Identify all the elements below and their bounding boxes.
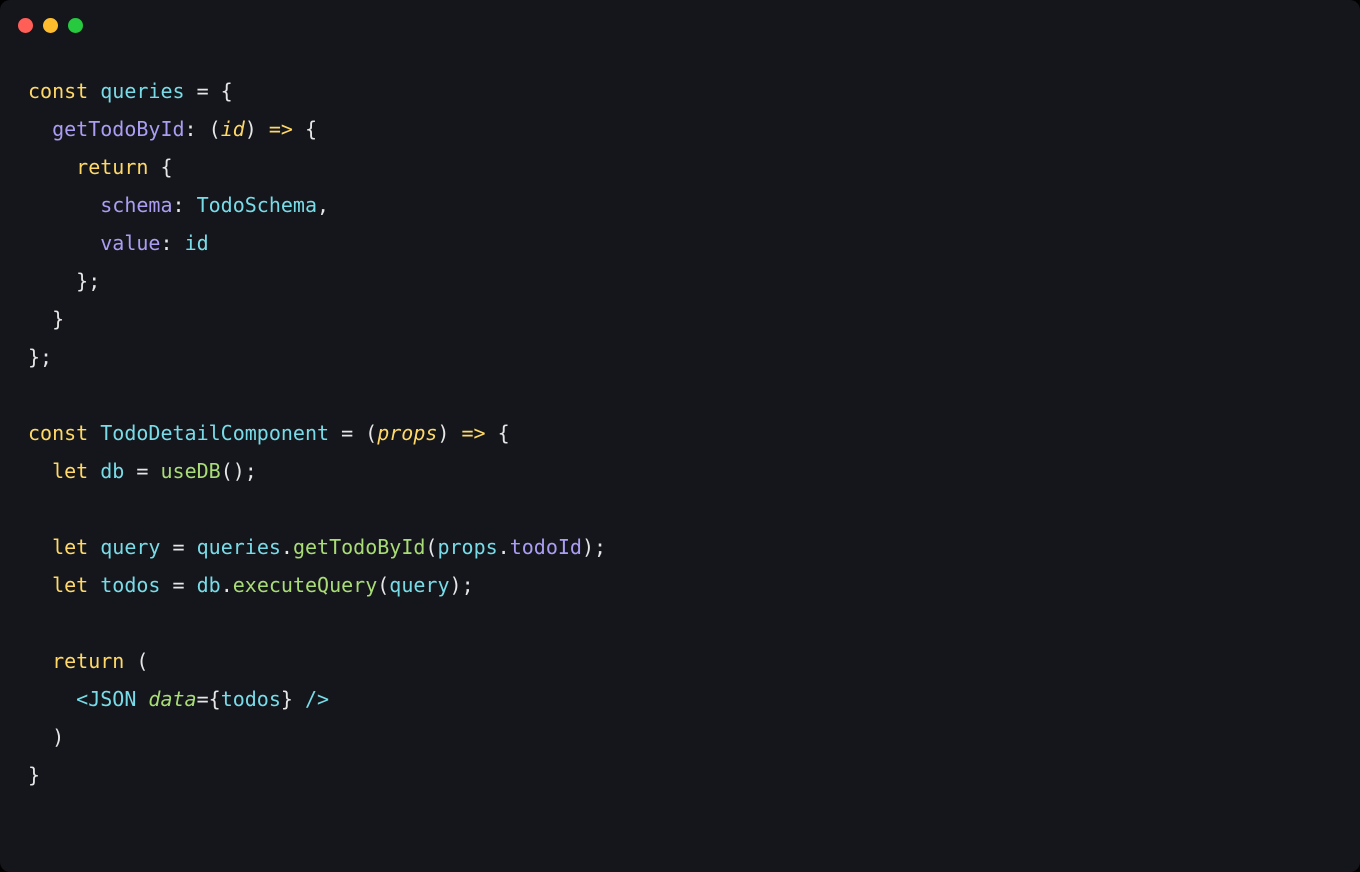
ident-TodoDetailComponent: TodoDetailComponent: [100, 421, 329, 445]
punct-close-brace: }: [28, 345, 40, 369]
indent: [28, 269, 76, 293]
punct-colon: :: [185, 117, 209, 141]
indent: [28, 193, 100, 217]
prop-getTodoById: getTodoById: [52, 117, 184, 141]
punct-eq: =: [160, 535, 196, 559]
punct-open-paren: (: [365, 421, 377, 445]
prop-schema: schema: [100, 193, 172, 217]
punct-open-paren: (: [136, 649, 148, 673]
punct-open-brace: {: [305, 117, 317, 141]
punct-semi: ;: [245, 459, 257, 483]
punct-close-brace: }: [281, 687, 293, 711]
punct-eq: =: [160, 573, 196, 597]
ident-props: props: [437, 535, 497, 559]
punct-close-paren: ): [233, 459, 245, 483]
indent: [28, 573, 52, 597]
punct-close-paren: ): [245, 117, 257, 141]
code-editor[interactable]: const queries = { getTodoById: (id) => {…: [0, 46, 1360, 822]
window-close-button[interactable]: [18, 18, 33, 33]
keyword-const: const: [28, 79, 100, 103]
ident-queries: queries: [197, 535, 281, 559]
punct-close-brace: }: [28, 763, 40, 787]
punct-close-brace: }: [52, 307, 64, 331]
ident-TodoSchema: TodoSchema: [197, 193, 317, 217]
punct-comma: ,: [317, 193, 329, 217]
indent: [28, 687, 76, 711]
indent: [28, 117, 52, 141]
punct-semi: ;: [88, 269, 100, 293]
ident-id: id: [185, 231, 209, 255]
punct-eq: =: [124, 459, 160, 483]
indent: [28, 535, 52, 559]
param-id: id: [221, 117, 245, 141]
punct-open-paren: (: [377, 573, 389, 597]
keyword-let: let: [52, 459, 100, 483]
ident-db: db: [197, 573, 221, 597]
window-zoom-button[interactable]: [68, 18, 83, 33]
punct-close-paren: ): [450, 573, 462, 597]
space: [124, 649, 136, 673]
punct-dot: .: [221, 573, 233, 597]
keyword-return: return: [76, 155, 148, 179]
ident-queries: queries: [100, 79, 184, 103]
punct-close-paren: ): [582, 535, 594, 559]
window-titlebar: [0, 0, 1360, 46]
ident-todos: todos: [100, 573, 160, 597]
keyword-let: let: [52, 573, 100, 597]
punct-close-brace: }: [76, 269, 88, 293]
keyword-return: return: [52, 649, 124, 673]
punct-open-brace: {: [160, 155, 172, 179]
keyword-const: const: [28, 421, 100, 445]
keyword-let: let: [52, 535, 100, 559]
punct-semi: ;: [40, 345, 52, 369]
prop-todoId: todoId: [510, 535, 582, 559]
ident-db: db: [100, 459, 124, 483]
indent: [28, 307, 52, 331]
punct-semi: ;: [462, 573, 474, 597]
punct-dot: .: [281, 535, 293, 559]
punct-colon: :: [173, 193, 197, 217]
param-props: props: [377, 421, 437, 445]
punct-eq-attr: =: [197, 687, 209, 711]
indent: [28, 649, 52, 673]
punct-eq: =: [185, 79, 221, 103]
punct-semi: ;: [594, 535, 606, 559]
jsx-attr-data: data: [148, 687, 196, 711]
punct-close-paren: ): [437, 421, 449, 445]
fn-executeQuery: executeQuery: [233, 573, 378, 597]
jsx-open: <JSON: [76, 687, 148, 711]
fn-getTodoById: getTodoById: [293, 535, 425, 559]
editor-window: const queries = { getTodoById: (id) => {…: [0, 0, 1360, 872]
jsx-close: />: [293, 687, 329, 711]
punct-colon: :: [160, 231, 184, 255]
window-minimize-button[interactable]: [43, 18, 58, 33]
ident-query: query: [389, 573, 449, 597]
arrow: =>: [257, 117, 305, 141]
indent: [28, 231, 100, 255]
indent: [28, 725, 52, 749]
ident-todos: todos: [221, 687, 281, 711]
punct-open-brace: {: [209, 687, 221, 711]
space: [148, 155, 160, 179]
punct-dot: .: [498, 535, 510, 559]
punct-open-brace: {: [221, 79, 233, 103]
punct-open-brace: {: [498, 421, 510, 445]
punct-open-paren: (: [221, 459, 233, 483]
punct-close-paren: ): [52, 725, 64, 749]
indent: [28, 459, 52, 483]
ident-query: query: [100, 535, 160, 559]
punct-open-paren: (: [425, 535, 437, 559]
indent: [28, 155, 76, 179]
prop-value: value: [100, 231, 160, 255]
arrow: =>: [449, 421, 497, 445]
fn-useDB: useDB: [160, 459, 220, 483]
punct-eq: =: [329, 421, 365, 445]
punct-open-paren: (: [209, 117, 221, 141]
